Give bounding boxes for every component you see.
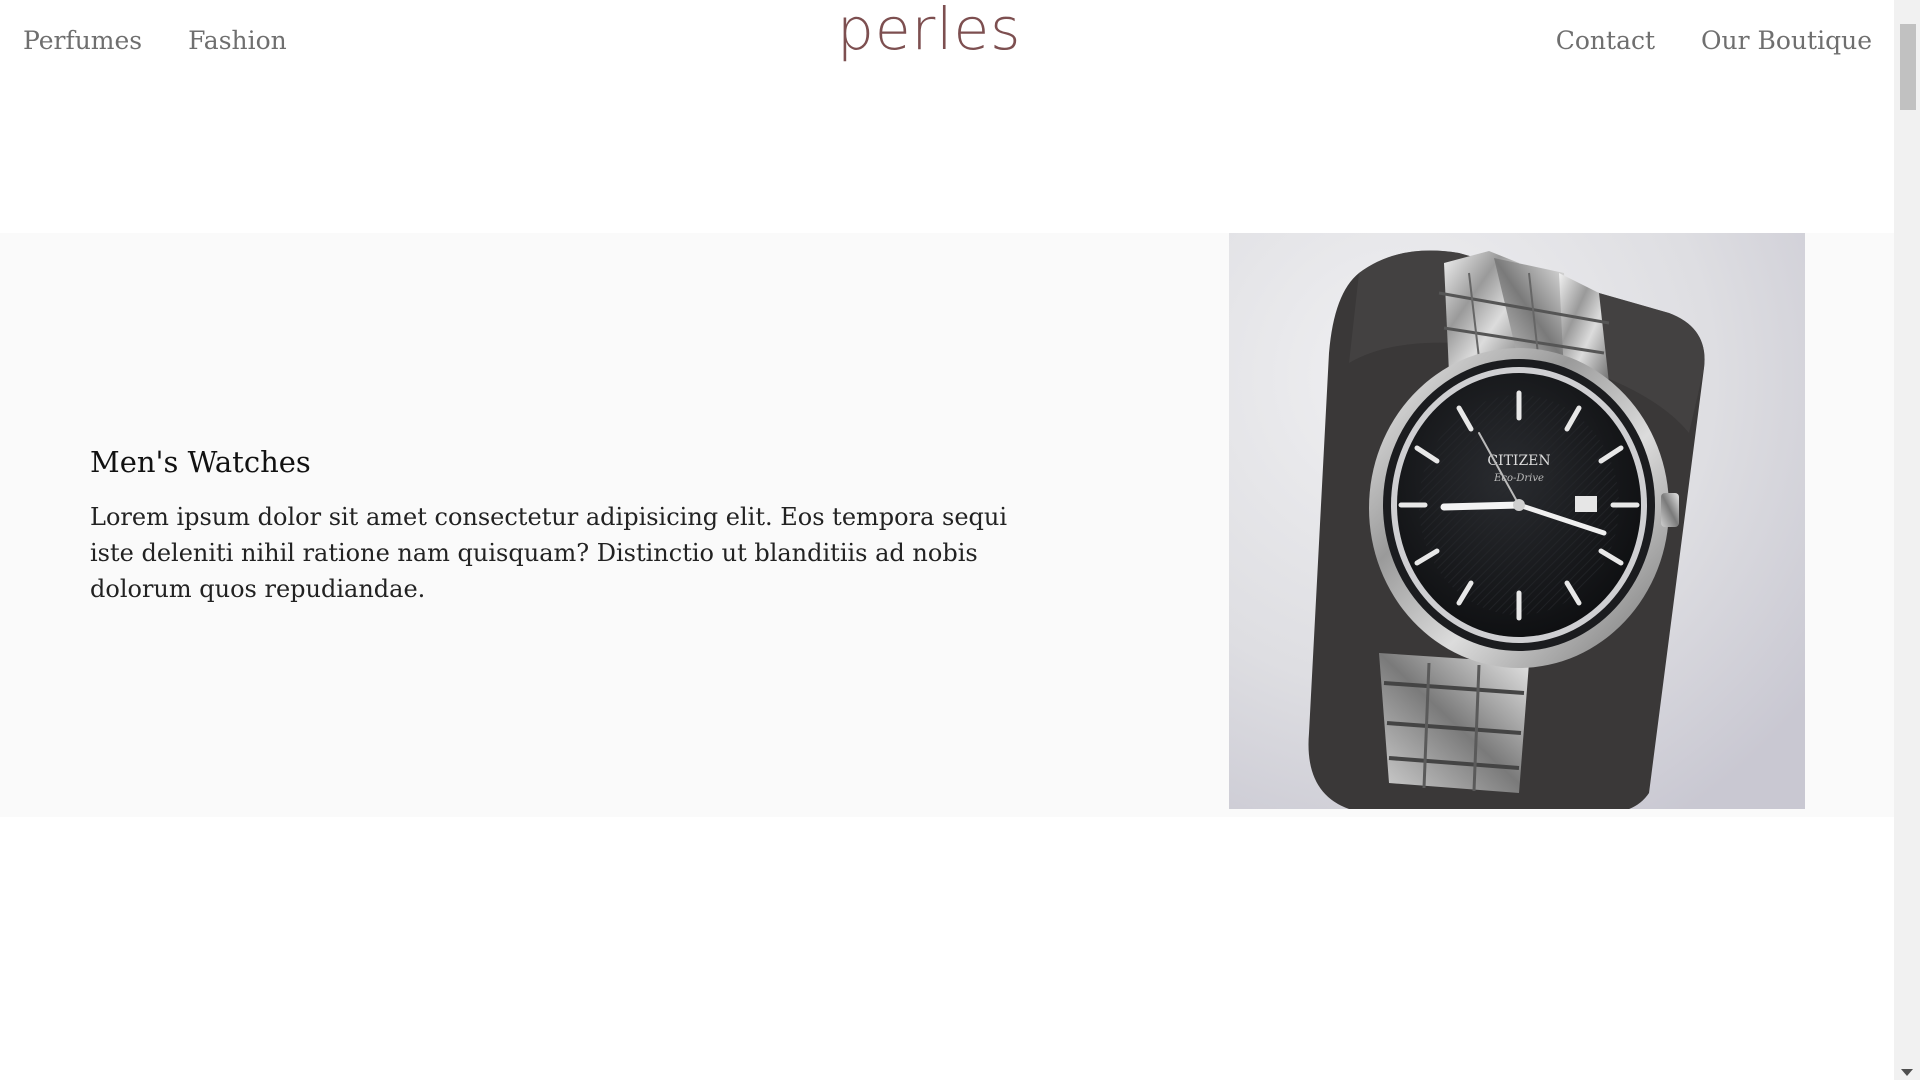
feature-title: Men's Watches <box>90 445 311 479</box>
page: Perfumes Fashion perles Contact Our Bout… <box>0 0 1920 1080</box>
site-header: Perfumes Fashion perles Contact Our Bout… <box>0 0 1894 80</box>
nav-right: Contact Our Boutique <box>1556 26 1872 55</box>
watch-image: CITIZEN Eco-Drive <box>1229 233 1805 809</box>
nav-link-perfumes[interactable]: Perfumes <box>23 26 142 55</box>
feature-text: Men's Watches Lorem ipsum dolor sit amet… <box>90 445 1030 607</box>
watch-illustration: CITIZEN Eco-Drive <box>1229 233 1805 809</box>
watch-subbrand-text: Eco-Drive <box>1493 473 1544 484</box>
nav-link-contact[interactable]: Contact <box>1556 26 1655 55</box>
page-scrollbar[interactable] <box>1894 0 1920 1080</box>
site-logo[interactable]: perles <box>837 0 1021 58</box>
scrollbar-thumb[interactable] <box>1900 24 1916 110</box>
nav-link-fashion[interactable]: Fashion <box>188 26 287 55</box>
feature-description: Lorem ipsum dolor sit amet consectetur a… <box>90 503 1008 603</box>
nav-left: Perfumes Fashion <box>23 26 287 55</box>
nav-link-our-boutique[interactable]: Our Boutique <box>1701 26 1872 55</box>
feature-section: Men's Watches Lorem ipsum dolor sit amet… <box>0 233 1894 817</box>
scroll-down-arrow-icon[interactable] <box>1901 1069 1913 1076</box>
